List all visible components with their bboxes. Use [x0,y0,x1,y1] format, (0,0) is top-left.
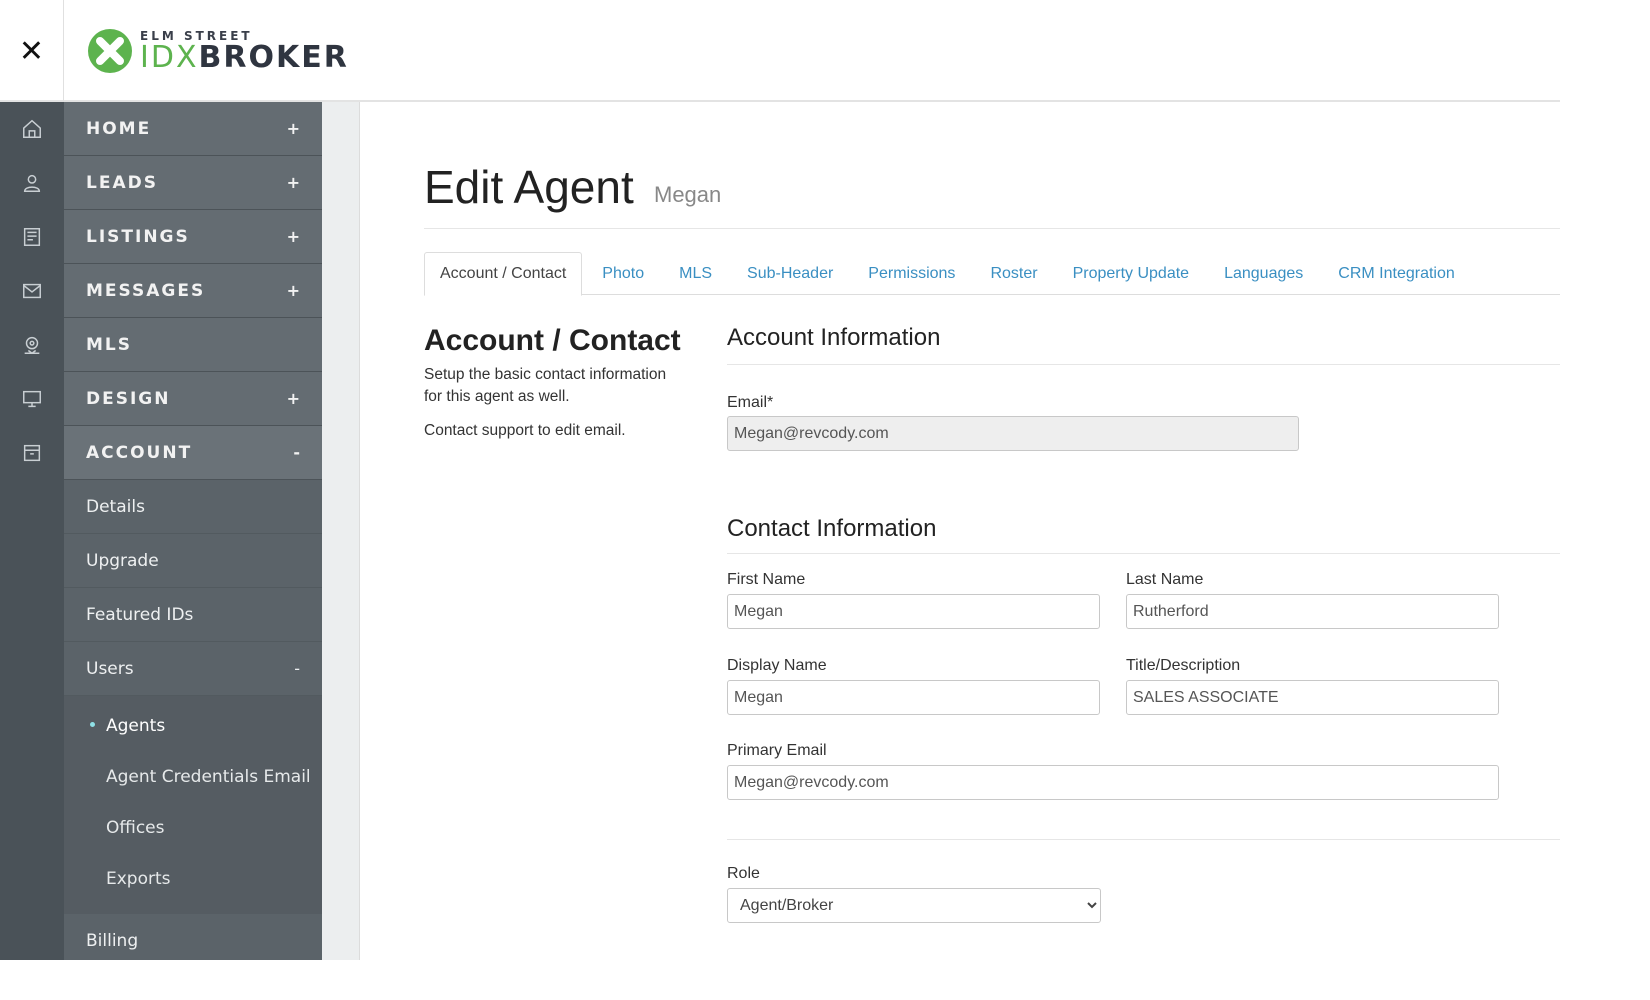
section-title: Account / Contact [424,324,681,357]
nav-sub-label: Users [86,658,134,679]
nav-subsub-label: Agent Credentials Email [106,766,311,787]
tab-roster[interactable]: Roster [975,252,1052,295]
tab-property-update[interactable]: Property Update [1058,252,1205,295]
nav-sub-label: Billing [86,931,139,951]
nav-sub-featured-ids[interactable]: Featured IDs [64,588,322,642]
nav-item-leads[interactable]: LEADS + [64,156,322,210]
expand-icon[interactable]: + [287,227,300,246]
display-name-label: Display Name [727,657,827,674]
nav-item-label: MESSAGES [86,280,206,301]
nav-sub-users[interactable]: Users - [64,642,322,696]
collapse-icon[interactable]: - [294,659,300,678]
email-label: Email* [727,394,774,411]
nav-item-account[interactable]: ACCOUNT - [64,426,322,480]
first-name-field[interactable] [727,594,1100,629]
nav-item-label: LEADS [86,172,158,193]
tab-permissions[interactable]: Permissions [853,252,970,295]
logo-idx: IDX [140,40,199,75]
display-name-field[interactable] [727,680,1100,715]
nav-subsub-label: Offices [106,817,165,838]
expand-icon[interactable]: + [287,389,300,408]
account-info-heading: Account Information [727,324,941,351]
role-select[interactable]: Agent/Broker [727,888,1101,923]
top-bar: ✕ ELM STREET IDXBROKER [0,0,1560,102]
section-note: Contact support to edit email. [424,422,626,439]
logo-broker: BROKER [198,40,349,75]
home-icon[interactable] [0,102,64,156]
last-name-field[interactable] [1126,594,1499,629]
nav-sub-details[interactable]: Details [64,480,322,534]
contact-info-heading: Contact Information [727,515,937,542]
close-button[interactable]: ✕ [0,0,64,102]
primary-email-label: Primary Email [727,742,827,759]
tab-crm-integration[interactable]: CRM Integration [1323,252,1470,295]
section-description: Setup the basic contact information for … [424,366,667,405]
nav-subsub-label: Agents [106,715,166,736]
tab-bar: Account / Contact Photo MLS Sub-Header P… [424,252,1560,296]
nav-sub-billing[interactable]: Billing [64,914,322,960]
collapse-icon[interactable]: - [293,443,300,462]
nav-subsub-label: Exports [106,868,171,889]
divider [727,553,1560,554]
expand-icon[interactable]: + [287,281,300,300]
map-pin-icon[interactable] [0,318,64,372]
nav-item-mls[interactable]: MLS [64,318,322,372]
logo-wordmark: IDXBROKER [140,43,349,73]
logo[interactable]: ELM STREET IDXBROKER [86,26,349,76]
tab-photo[interactable]: Photo [587,252,659,295]
divider [727,839,1560,840]
nav-item-label: DESIGN [86,388,171,409]
listings-icon[interactable] [0,210,64,264]
icon-sidebar [0,102,64,960]
nav-sub-upgrade[interactable]: Upgrade [64,534,322,588]
mail-icon[interactable] [0,264,64,318]
nav-sub-exports[interactable]: Exports [64,853,322,904]
tab-account-contact[interactable]: Account / Contact [424,252,583,296]
nav-item-listings[interactable]: LISTINGS + [64,210,322,264]
nav-sub-agents[interactable]: Agents [64,700,322,751]
main-nav: HOME + LEADS + LISTINGS + MESSAGES + MLS DES… [64,102,322,960]
email-field[interactable] [727,416,1299,451]
logo-x-icon [88,29,132,73]
page-title: Edit Agent [424,161,634,213]
monitor-icon[interactable] [0,372,64,426]
primary-email-field[interactable] [727,765,1499,800]
nav-item-design[interactable]: DESIGN + [64,372,322,426]
title-description-label: Title/Description [1126,657,1241,674]
title-description-field[interactable] [1126,680,1499,715]
expand-icon[interactable]: + [287,119,300,138]
content-gutter [322,102,360,960]
nav-sub-label: Featured IDs [86,604,194,625]
expand-icon[interactable]: + [287,173,300,192]
nav-item-label: HOME [86,118,152,139]
nav-item-messages[interactable]: MESSAGES + [64,264,322,318]
last-name-label: Last Name [1126,571,1204,588]
divider [727,364,1560,365]
nav-item-label: ACCOUNT [86,442,193,463]
nav-item-home[interactable]: HOME + [64,102,322,156]
nav-item-label: LISTINGS [86,226,190,247]
users-submenu: Agents Agent Credentials Email Offices E… [64,696,322,914]
main-content: Edit Agent Megan Account / Contact Photo… [424,102,1560,960]
page-subtitle: Megan [654,182,722,207]
tab-mls[interactable]: MLS [664,252,727,295]
nav-sub-offices[interactable]: Offices [64,802,322,853]
user-icon[interactable] [0,156,64,210]
nav-sub-label: Details [86,496,145,517]
nav-item-label: MLS [86,334,132,355]
first-name-label: First Name [727,571,806,588]
tab-languages[interactable]: Languages [1209,252,1318,295]
divider [424,228,1560,229]
nav-sub-label: Upgrade [86,550,159,571]
nav-sub-agent-credentials-email[interactable]: Agent Credentials Email [64,751,322,802]
role-label: Role [727,865,760,882]
tab-sub-header[interactable]: Sub-Header [732,252,848,295]
archive-icon[interactable] [0,426,64,480]
